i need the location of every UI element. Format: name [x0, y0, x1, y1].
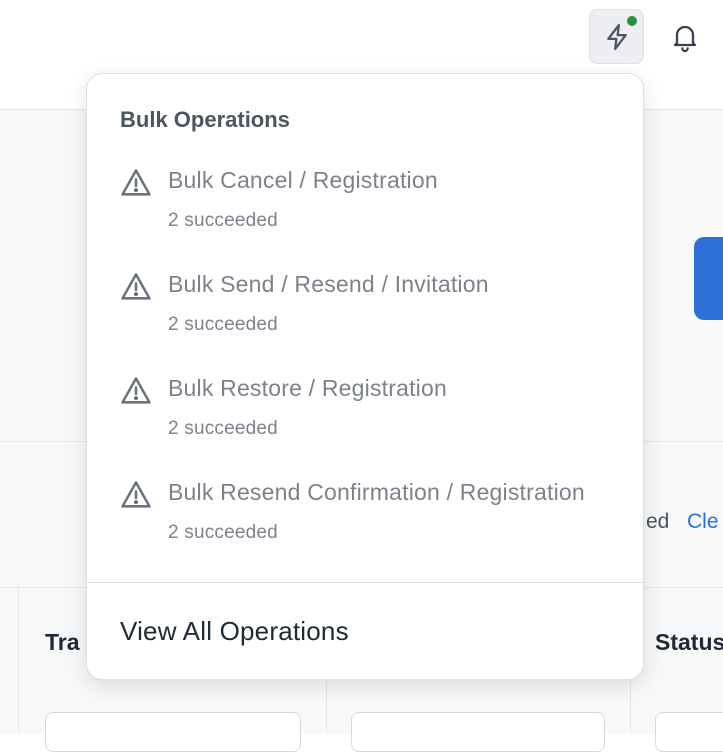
operation-item[interactable]: Bulk Resend Confirmation / Registration …	[119, 478, 619, 568]
dropdown-title: Bulk Operations	[120, 107, 290, 132]
column-divider	[18, 588, 19, 734]
warning-triangle-icon	[121, 481, 151, 508]
column-filter-input[interactable]	[655, 712, 723, 752]
operation-item[interactable]: Bulk Restore / Registration 2 succeeded	[119, 374, 619, 464]
operation-status: 2 succeeded	[168, 210, 278, 231]
divider	[87, 582, 643, 583]
column-filter-input[interactable]	[45, 712, 301, 752]
operation-item[interactable]: Bulk Send / Resend / Invitation 2 succee…	[119, 270, 619, 360]
clear-filters-link[interactable]: Cle	[687, 510, 719, 534]
operation-title: Bulk Resend Confirmation / Registration	[168, 479, 585, 505]
warning-triangle-icon	[121, 169, 151, 196]
column-filter-input[interactable]	[351, 712, 605, 752]
filter-status-text: ed	[646, 510, 670, 533]
operation-title: Bulk Cancel / Registration	[168, 167, 438, 193]
operation-item[interactable]: Bulk Cancel / Registration 2 succeeded	[119, 166, 619, 256]
operation-status: 2 succeeded	[168, 418, 278, 439]
column-header-type[interactable]: Tra	[45, 629, 80, 656]
notifications-button[interactable]	[660, 12, 710, 62]
bell-icon	[673, 25, 697, 53]
warning-triangle-icon	[121, 273, 151, 300]
operation-title: Bulk Restore / Registration	[168, 375, 447, 401]
operation-status: 2 succeeded	[168, 314, 278, 335]
warning-triangle-icon	[121, 377, 151, 404]
bulk-operations-button[interactable]	[589, 9, 644, 64]
status-indicator-dot	[625, 14, 639, 28]
bulk-operations-dropdown: Bulk Operations Bulk Cancel / Registrati…	[86, 73, 644, 680]
operation-status: 2 succeeded	[168, 522, 278, 543]
column-header-status[interactable]: Status	[655, 629, 723, 656]
primary-action-button[interactable]	[694, 237, 723, 320]
operation-title: Bulk Send / Resend / Invitation	[168, 271, 489, 297]
view-all-operations-link[interactable]: View All Operations	[120, 616, 349, 647]
